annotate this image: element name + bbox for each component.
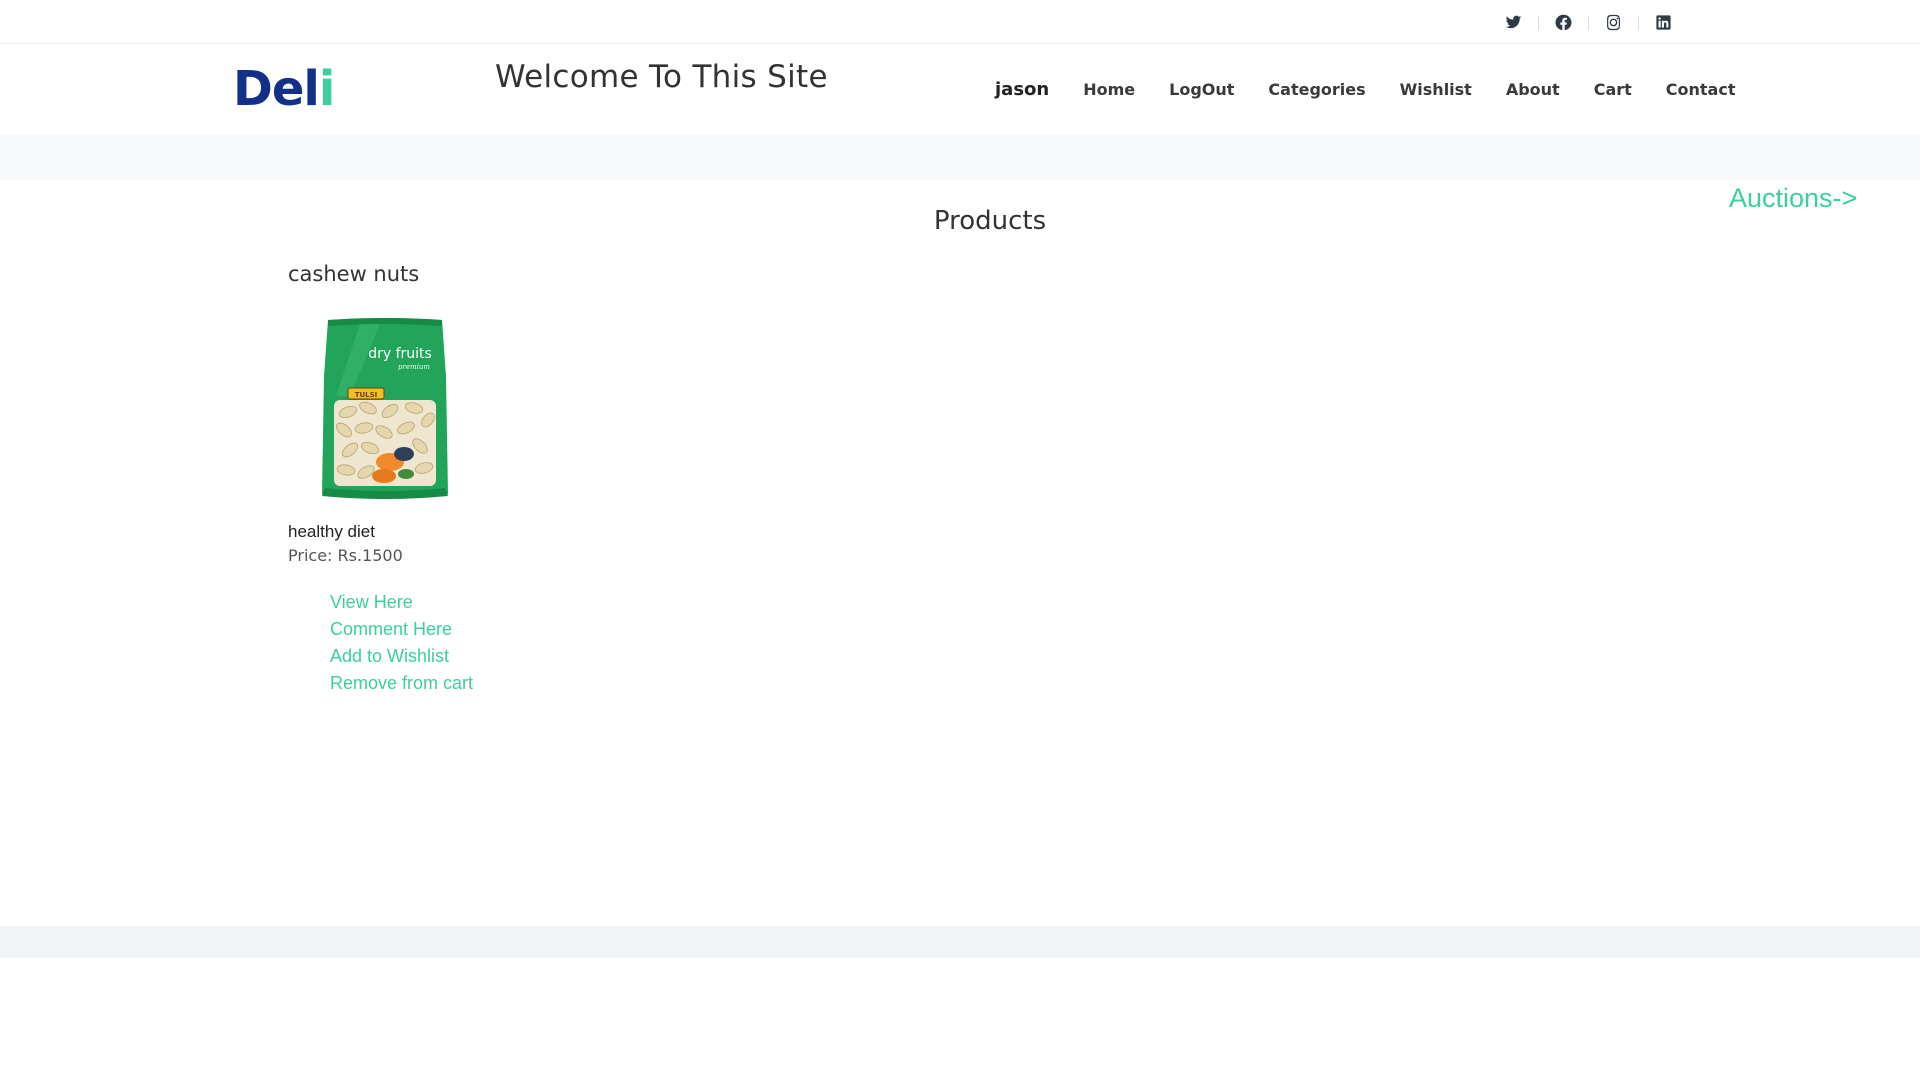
remove-from-cart-link[interactable]: Remove from cart: [330, 670, 548, 697]
facebook-link[interactable]: [1538, 10, 1588, 34]
product-price: Price: Rs.1500: [288, 546, 403, 565]
instagram-link[interactable]: [1588, 10, 1638, 34]
product-actions: View Here Comment Here Add to Wishlist R…: [330, 589, 548, 697]
product-name: cashew nuts: [288, 262, 420, 286]
cashew-package-image: dry fruits premium TULSI: [322, 318, 448, 499]
instagram-icon: [1606, 14, 1620, 30]
twitter-link[interactable]: [1488, 10, 1538, 34]
footer-band: [0, 926, 1920, 958]
main-nav: jason Home LogOut Categories Wishlist Ab…: [978, 79, 1752, 100]
nav-home[interactable]: Home: [1083, 80, 1135, 99]
view-here-link[interactable]: View Here: [330, 589, 548, 616]
nav-user[interactable]: jason: [995, 79, 1049, 100]
twitter-icon: [1505, 15, 1521, 28]
add-to-wishlist-link[interactable]: Add to Wishlist: [330, 643, 548, 670]
welcome-heading: Welcome To This Site: [495, 59, 828, 95]
nav-cart[interactable]: Cart: [1594, 80, 1632, 99]
comment-here-link[interactable]: Comment Here: [330, 616, 548, 643]
linkedin-link[interactable]: [1638, 10, 1688, 34]
nav-wishlist[interactable]: Wishlist: [1400, 80, 1472, 99]
nav-about[interactable]: About: [1506, 80, 1560, 99]
logo-main-text: Del: [233, 61, 320, 117]
product-description: healthy diet: [288, 522, 375, 541]
site-logo[interactable]: Deli: [233, 61, 335, 117]
nav-contact[interactable]: Contact: [1666, 80, 1736, 99]
linkedin-icon: [1655, 14, 1671, 30]
nav-logout[interactable]: LogOut: [1169, 80, 1234, 99]
products-heading: Products: [933, 206, 1047, 236]
product-image[interactable]: dry fruits premium TULSI: [320, 316, 450, 502]
social-bar: [0, 0, 1920, 44]
package-sublabel-text: premium: [398, 363, 430, 371]
product-card: cashew nuts dry fruits premium TULSI hea…: [288, 262, 548, 697]
social-links: [1488, 10, 1688, 34]
facebook-icon: [1555, 14, 1571, 30]
package-brand-text: TULSI: [355, 391, 378, 399]
logo-accent-text: i: [318, 61, 335, 117]
header-divider-band: [0, 135, 1920, 180]
package-label-text: dry fruits: [368, 346, 432, 362]
nav-categories[interactable]: Categories: [1268, 80, 1365, 99]
site-header: Deli Welcome To This Site jason Home Log…: [0, 45, 1920, 135]
